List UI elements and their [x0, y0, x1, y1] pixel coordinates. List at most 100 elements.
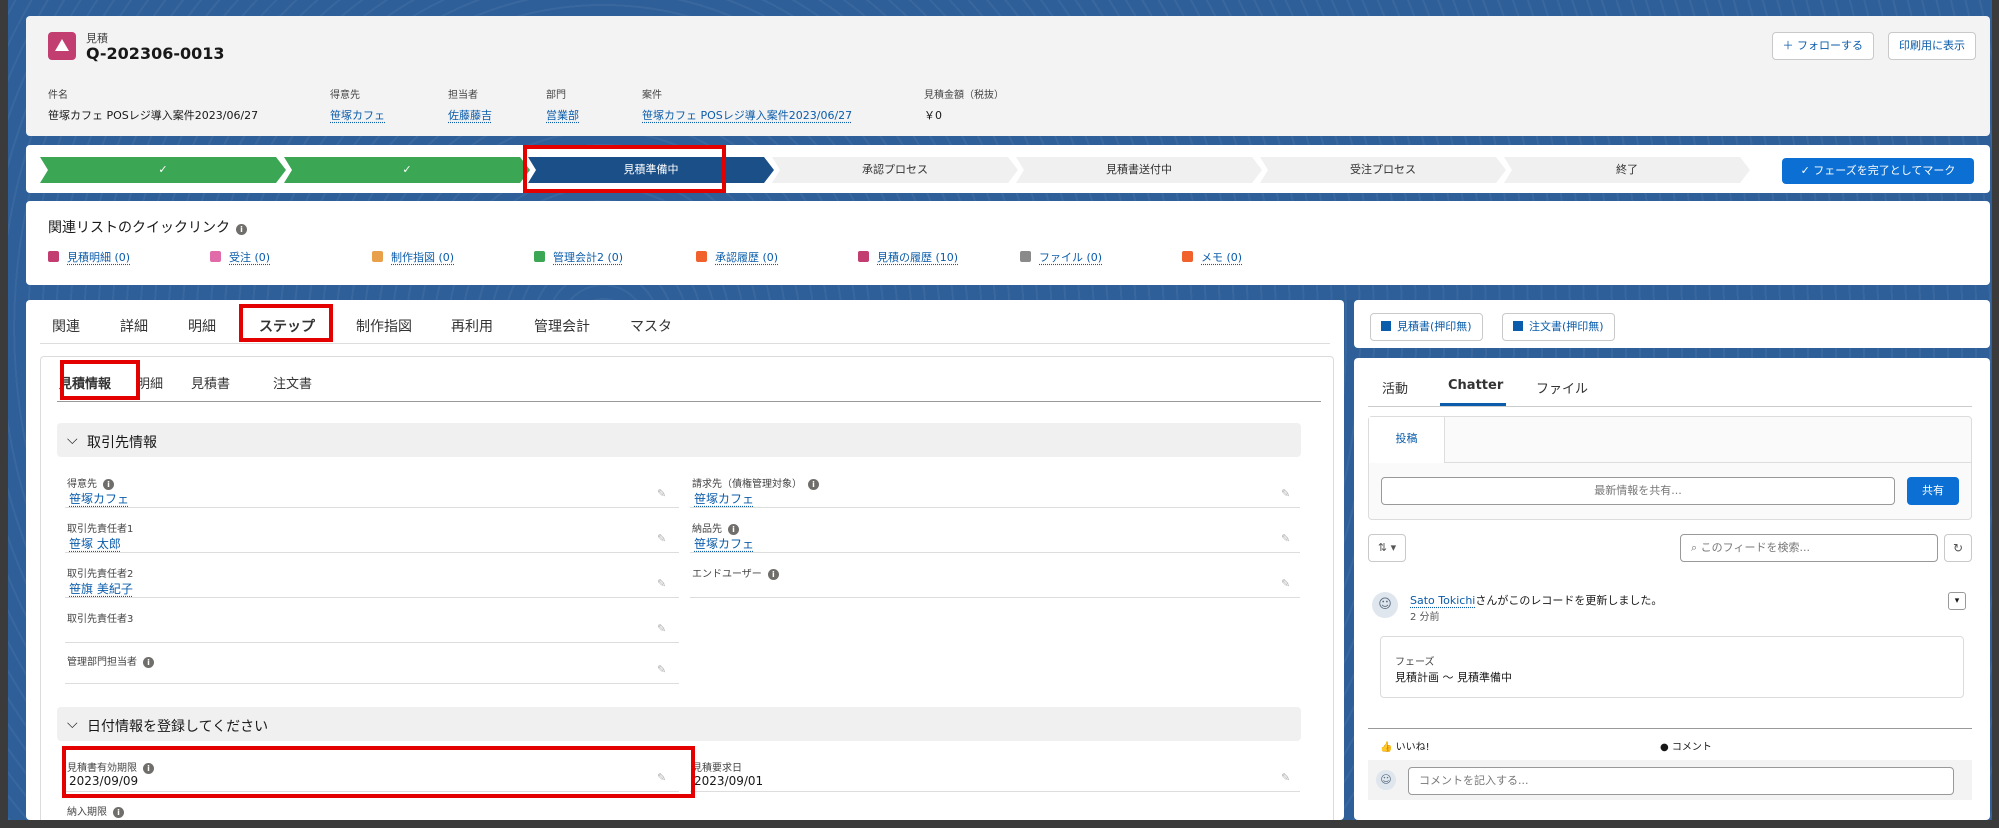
quick-links-title-text: 関連リストのクイックリンク [48, 220, 230, 236]
chevron-down-icon: ⌵ [67, 716, 78, 732]
feed-actions-dropdown[interactable]: ▾ [1948, 592, 1966, 610]
edit-pencil-icon[interactable]: ✎ [657, 622, 666, 635]
tab-reuse[interactable]: 再利用 [451, 316, 493, 336]
post-tab[interactable]: 投稿 [1369, 417, 1445, 463]
value-request-date: 2023/09/01 [694, 774, 764, 788]
field-underline [65, 597, 679, 598]
quick-link-notes[interactable]: メモ (0) [1182, 249, 1242, 265]
comment-button[interactable]: ● コメント [1660, 738, 1712, 753]
tab-divider [40, 343, 1330, 344]
like-button[interactable]: 👍 いいね! [1380, 738, 1430, 753]
quick-link-label[interactable]: 管理会計2 (0) [553, 251, 623, 264]
field-underline [690, 791, 1300, 792]
mark-complete-label: フェーズを完了としてマーク [1813, 164, 1956, 177]
follow-button[interactable]: ＋ フォローする [1771, 32, 1874, 60]
tab-chatter[interactable]: Chatter [1448, 378, 1503, 393]
accounting-icon [534, 251, 545, 262]
subtab-quote-doc[interactable]: 見積書 [191, 373, 230, 392]
quick-link-quote-lines[interactable]: 見積明細 (0) [48, 249, 130, 265]
owner-link[interactable]: 佐藤藤吉 [448, 107, 492, 123]
tab-management-accounting[interactable]: 管理会計 [534, 316, 590, 336]
main-panel: 関連 詳細 明細 ステップ 制作指図 再利用 管理会計 マスタ 見積情報 明細 … [26, 300, 1344, 820]
quick-link-label[interactable]: ファイル (0) [1039, 251, 1102, 264]
note-icon [1182, 251, 1193, 262]
feed-action: さんがこのレコードを更新しました。 [1475, 594, 1663, 607]
edit-pencil-icon[interactable]: ✎ [657, 487, 666, 500]
path-stage-1[interactable]: ✓ [40, 157, 286, 183]
user-avatar: ☺ [1376, 770, 1396, 790]
chevron-down-icon: ⌵ [67, 432, 78, 448]
share-button[interactable]: 共有 [1907, 477, 1959, 505]
value-contact1[interactable]: 笹塚 太郎 [69, 535, 121, 552]
comment-input[interactable]: コメントを記入する... [1408, 767, 1954, 795]
value-ship-to[interactable]: 笹塚カフェ [694, 535, 754, 552]
path-stage-approval[interactable]: 承認プロセス [772, 157, 1018, 183]
sort-dropdown[interactable]: ⇅ ▾ [1368, 534, 1406, 562]
quick-link-orders[interactable]: 受注 (0) [210, 249, 270, 265]
field-label: 担当者 [448, 90, 478, 101]
quick-link-label[interactable]: メモ (0) [1201, 251, 1242, 264]
print-view-button[interactable]: 印刷用に表示 [1888, 32, 1976, 60]
path-stage-2[interactable]: ✓ [284, 157, 530, 183]
field-label: 納品先 [692, 524, 722, 535]
tab-production-order[interactable]: 制作指図 [356, 316, 412, 336]
edit-pencil-icon[interactable]: ✎ [1281, 771, 1290, 784]
value-customer[interactable]: 笹塚カフェ [69, 490, 129, 507]
opportunity-link[interactable]: 笹塚カフェ POSレジ導入案件2023/06/27 [642, 107, 852, 123]
feed-search-input[interactable]: ⌕ このフィードを検索... [1680, 534, 1938, 562]
value-bill-to[interactable]: 笹塚カフェ [694, 490, 754, 507]
info-icon: i [808, 479, 819, 490]
user-avatar[interactable]: ☺ [1372, 592, 1398, 618]
tab-details[interactable]: 詳細 [120, 316, 148, 336]
path-stage-closed[interactable]: 終了 [1504, 157, 1750, 183]
path-stage-order[interactable]: 受注プロセス [1260, 157, 1506, 183]
history-icon [858, 251, 869, 262]
section-date-header[interactable]: ⌵ 日付情報を登録してください [57, 707, 1301, 741]
thumbs-up-icon: 👍 [1380, 742, 1393, 753]
tab-related[interactable]: 関連 [52, 316, 80, 336]
subtab-lines[interactable]: 明細 [137, 373, 163, 392]
info-icon: i [236, 224, 247, 235]
quick-link-approval-history[interactable]: 承認履歴 (0) [696, 249, 778, 265]
subtab-order-doc[interactable]: 注文書 [273, 373, 312, 392]
highlight-step-tab [239, 304, 333, 342]
label-bill-to: 請求先（債権管理対象） i [692, 475, 819, 490]
share-update-input[interactable]: 最新情報を共有... [1381, 477, 1895, 505]
header-field-subject: 件名 笹塚カフェ POSレジ導入案件2023/06/27 [48, 86, 258, 123]
path-stage-sending[interactable]: 見積書送付中 [1016, 157, 1262, 183]
edit-pencil-icon[interactable]: ✎ [657, 532, 666, 545]
quick-link-label[interactable]: 見積明細 (0) [67, 251, 130, 264]
quick-link-accounting[interactable]: 管理会計2 (0) [534, 249, 623, 265]
edit-pencil-icon[interactable]: ✎ [657, 577, 666, 590]
tab-lines[interactable]: 明細 [188, 316, 216, 336]
refresh-icon[interactable]: ↻ [1944, 534, 1972, 562]
edit-pencil-icon[interactable]: ✎ [1281, 577, 1290, 590]
department-link[interactable]: 営業部 [546, 107, 579, 123]
tab-activity[interactable]: 活動 [1382, 378, 1408, 397]
button-label: 注文書(押印無) [1529, 320, 1604, 333]
label-contact1: 取引先責任者1 [67, 524, 134, 535]
value-contact2[interactable]: 笹旗 美紀子 [69, 580, 133, 597]
edit-pencil-icon[interactable]: ✎ [1281, 487, 1290, 500]
app-window: 見積 Q-202306-0013 ＋ フォローする 印刷用に表示 件名 笹塚カフェ… [8, 0, 1992, 820]
field-underline [690, 507, 1300, 508]
edit-pencil-icon[interactable]: ✎ [657, 663, 666, 676]
mark-stage-complete-button[interactable]: ✓ フェーズを完了としてマーク [1782, 158, 1974, 184]
tab-files[interactable]: ファイル [1536, 378, 1588, 397]
quick-link-label[interactable]: 受注 (0) [229, 251, 270, 264]
quick-link-label[interactable]: 承認履歴 (0) [715, 251, 778, 264]
quick-link-files[interactable]: ファイル (0) [1020, 249, 1102, 265]
quote-no-stamp-button[interactable]: 見積書(押印無) [1370, 313, 1483, 341]
edit-pencil-icon[interactable]: ✎ [1281, 532, 1290, 545]
quick-link-label[interactable]: 制作指図 (0) [391, 251, 454, 264]
feed-user-link[interactable]: Sato Tokichi [1410, 594, 1475, 607]
change-field-value: 見積計画 〜 見積準備中 [1395, 671, 1512, 684]
customer-link[interactable]: 笹塚カフェ [330, 107, 385, 123]
tab-master[interactable]: マスタ [630, 316, 672, 336]
quick-link-production[interactable]: 制作指図 (0) [372, 249, 454, 265]
order-no-stamp-button[interactable]: 注文書(押印無) [1502, 313, 1615, 341]
quick-link-label[interactable]: 見積の履歴 (10) [877, 251, 958, 264]
quick-link-quote-history[interactable]: 見積の履歴 (10) [858, 249, 958, 265]
section-client-header[interactable]: ⌵ 取引先情報 [57, 423, 1301, 457]
field-label: 案件 [642, 90, 662, 101]
